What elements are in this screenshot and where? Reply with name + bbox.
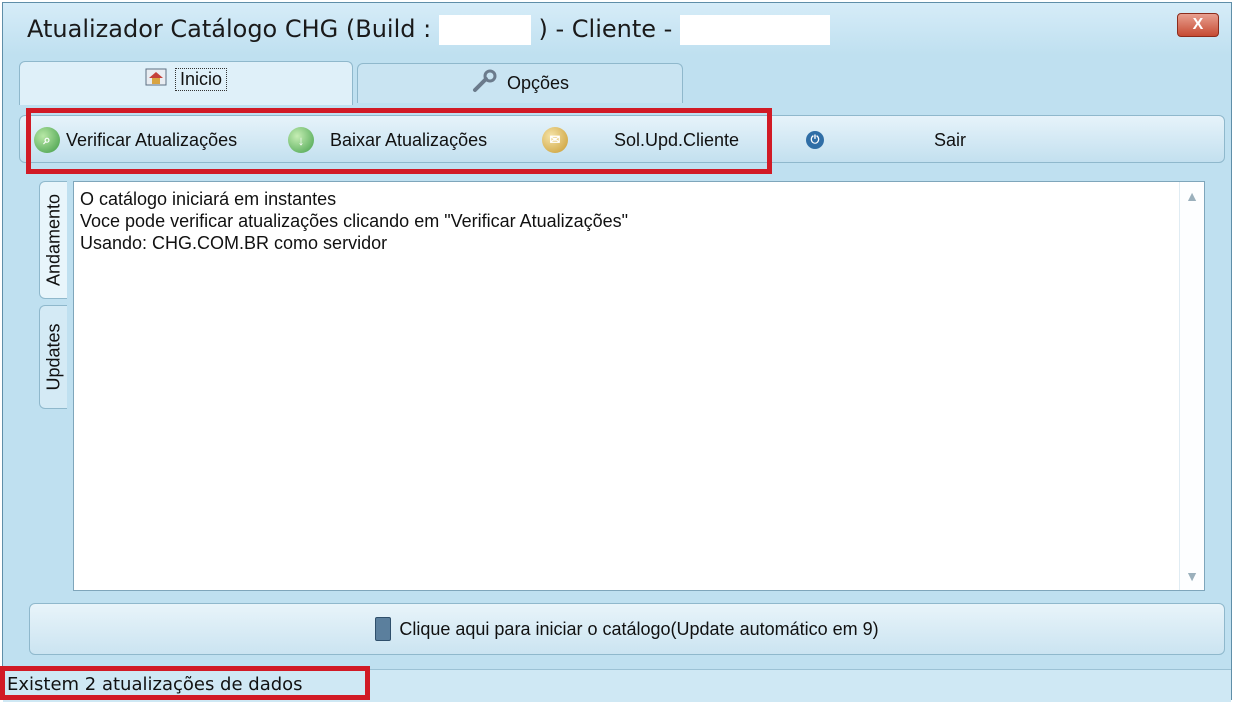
verificar-atualizacoes-button[interactable]: ⌕ Verificar Atualizações <box>34 124 237 156</box>
redacted-client <box>679 15 830 45</box>
scroll-up-icon[interactable]: ▲ <box>1180 186 1204 206</box>
globe-search-icon: ⌕ <box>34 127 60 153</box>
tab-inicio-label: Inicio <box>174 68 228 91</box>
start-catalog-label: Clique aqui para iniciar o catálogo(Upda… <box>399 618 879 639</box>
log-line: Usando: CHG.COM.BR como servidor <box>80 233 388 253</box>
verificar-atualizacoes-label: Verificar Atualizações <box>66 129 238 150</box>
log-lines: O catálogo iniciará em instantes Voce po… <box>80 188 628 254</box>
log-text-area[interactable]: O catálogo iniciará em instantes Voce po… <box>73 181 1205 591</box>
tab-inicio[interactable]: Inicio <box>19 61 353 105</box>
title-middle: ) - Cliente - <box>538 15 673 43</box>
tab-strip: Inicio Opções <box>3 55 1231 105</box>
side-tab-strip: Andamento Updates <box>29 177 73 597</box>
sol-upd-cliente-button[interactable]: ✉ Sol.Upd.Cliente <box>542 124 739 156</box>
client-request-icon: ✉ <box>542 127 568 153</box>
baixar-atualizacoes-button[interactable]: ↓ Baixar Atualizações <box>288 124 487 156</box>
status-text: Existem 2 atualizações de dados <box>7 674 303 695</box>
tab-updates[interactable]: Updates <box>39 305 67 409</box>
baixar-atualizacoes-label: Baixar Atualizações <box>330 129 488 150</box>
vertical-scrollbar[interactable]: ▲ ▼ <box>1179 182 1204 590</box>
tab-andamento-label: Andamento <box>43 193 63 287</box>
wrench-icon <box>471 69 499 98</box>
sol-upd-cliente-label: Sol.Upd.Cliente <box>614 129 740 150</box>
tab-updates-label: Updates <box>43 323 63 391</box>
redacted-build <box>438 15 531 45</box>
close-button[interactable]: X <box>1177 13 1219 37</box>
title-prefix: Atualizador Catálogo CHG (Build : <box>27 15 432 43</box>
house-icon <box>145 68 167 91</box>
log-line: Voce pode verificar atualizações clicand… <box>80 211 629 231</box>
sair-label: Sair <box>934 129 967 150</box>
status-bar: Existem 2 atualizações de dados <box>3 669 1231 702</box>
sair-button[interactable]: ⏻ Sair <box>806 124 966 156</box>
title-bar: Atualizador Catálogo CHG (Build : ) - Cl… <box>3 3 1231 55</box>
window-title: Atualizador Catálogo CHG (Build : ) - Cl… <box>27 15 830 45</box>
close-icon: X <box>1192 16 1204 33</box>
globe-download-icon: ↓ <box>288 127 314 153</box>
catalog-book-icon <box>375 617 392 641</box>
tab-andamento[interactable]: Andamento <box>39 181 67 299</box>
start-catalog-button[interactable]: Clique aqui para iniciar o catálogo(Upda… <box>29 603 1225 655</box>
toolbar: ⌕ Verificar Atualizações ↓ Baixar Atuali… <box>19 115 1225 163</box>
scroll-down-icon[interactable]: ▼ <box>1180 566 1204 586</box>
tab-opcoes[interactable]: Opções <box>357 63 683 103</box>
app-window: Atualizador Catálogo CHG (Build : ) - Cl… <box>2 2 1232 702</box>
log-line: O catálogo iniciará em instantes <box>80 189 337 209</box>
power-icon: ⏻ <box>806 131 824 149</box>
tab-opcoes-label: Opções <box>506 73 570 93</box>
